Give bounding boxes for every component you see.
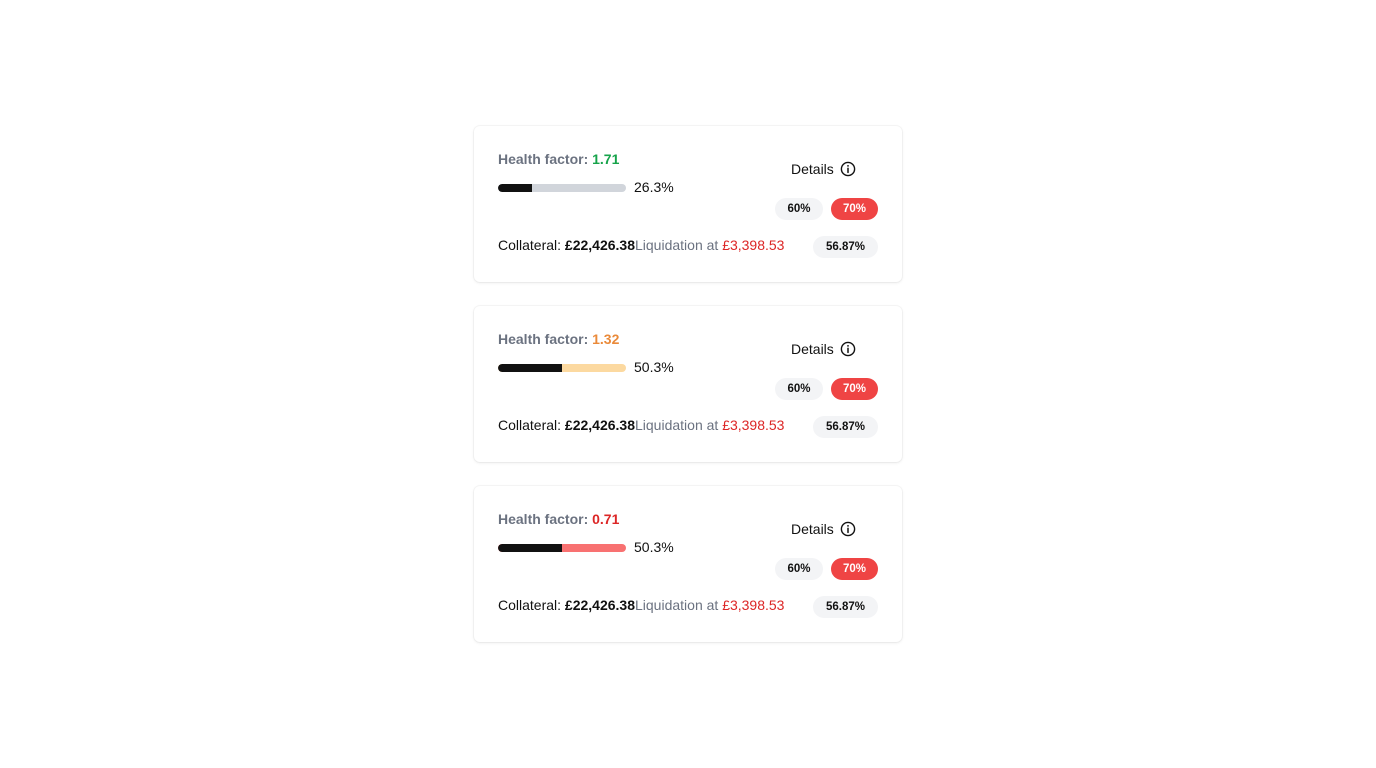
collateral-label: Collateral: <box>498 237 562 253</box>
threshold-chip-70: 70% <box>831 198 878 220</box>
details-label: Details <box>791 161 834 177</box>
threshold-chip-60: 60% <box>775 558 823 580</box>
ltv-chip: 56.87% <box>813 416 878 438</box>
collateral-row: Collateral: £22,426.38Liquidation at £3,… <box>498 597 784 613</box>
threshold-chip-70: 70% <box>831 558 878 580</box>
position-card: Health factor: 1.32 50.3% Details 60% 70… <box>474 306 902 462</box>
info-icon <box>840 161 856 177</box>
threshold-chip-60: 60% <box>775 378 823 400</box>
position-card-list: Health factor: 1.71 26.3% Details 60% 70… <box>474 126 902 666</box>
collateral-value: £22,426.38 <box>564 597 635 613</box>
health-factor-label: Health factor: <box>498 511 589 527</box>
details-label: Details <box>791 341 834 357</box>
health-progress-percent: 50.3% <box>634 359 674 375</box>
health-progress-bar <box>498 544 626 552</box>
health-progress-fill <box>498 364 563 372</box>
threshold-chip-70: 70% <box>831 378 878 400</box>
collateral-row: Collateral: £22,426.38Liquidation at £3,… <box>498 237 784 253</box>
health-factor: Health factor: 1.32 <box>498 331 619 347</box>
health-progress-percent: 26.3% <box>634 179 674 195</box>
position-card: Health factor: 1.71 26.3% Details 60% 70… <box>474 126 902 282</box>
health-progress-fill <box>498 184 532 192</box>
health-factor-value: 1.71 <box>592 151 620 167</box>
ltv-chip: 56.87% <box>813 596 878 618</box>
position-card: Health factor: 0.71 50.3% Details 60% 70… <box>474 486 902 642</box>
health-progress-bar <box>498 184 626 192</box>
details-button[interactable]: Details <box>791 341 856 357</box>
threshold-chip-60: 60% <box>775 198 823 220</box>
info-icon <box>840 341 856 357</box>
health-factor-value: 0.71 <box>592 511 620 527</box>
health-progress-bar <box>498 364 626 372</box>
health-progress-percent: 50.3% <box>634 539 674 555</box>
liquidation-label: Liquidation at <box>635 597 719 613</box>
liquidation-label: Liquidation at <box>635 237 719 253</box>
collateral-row: Collateral: £22,426.38Liquidation at £3,… <box>498 417 784 433</box>
health-factor: Health factor: 0.71 <box>498 511 619 527</box>
liquidation-value: £3,398.53 <box>722 417 785 433</box>
liquidation-label: Liquidation at <box>635 417 719 433</box>
health-factor: Health factor: 1.71 <box>498 151 619 167</box>
info-icon <box>840 521 856 537</box>
health-factor-label: Health factor: <box>498 151 589 167</box>
health-factor-label: Health factor: <box>498 331 589 347</box>
collateral-value: £22,426.38 <box>564 417 635 433</box>
liquidation-value: £3,398.53 <box>722 237 785 253</box>
liquidation-value: £3,398.53 <box>722 597 785 613</box>
health-progress-fill <box>498 544 563 552</box>
collateral-value: £22,426.38 <box>564 237 635 253</box>
ltv-chip: 56.87% <box>813 236 878 258</box>
details-label: Details <box>791 521 834 537</box>
health-factor-value: 1.32 <box>592 331 620 347</box>
collateral-label: Collateral: <box>498 597 562 613</box>
details-button[interactable]: Details <box>791 521 856 537</box>
details-button[interactable]: Details <box>791 161 856 177</box>
collateral-label: Collateral: <box>498 417 562 433</box>
